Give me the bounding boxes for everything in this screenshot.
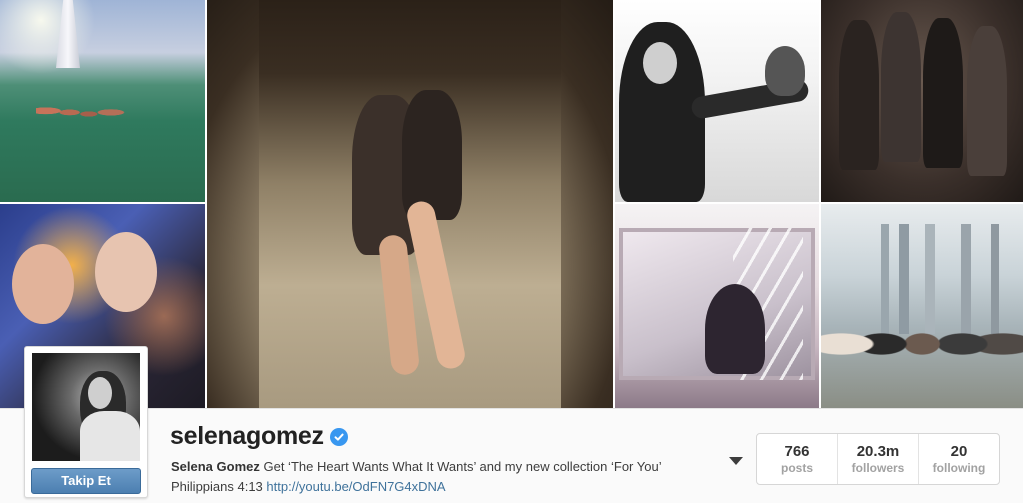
photo-mosaic [0,0,1023,408]
skyline-group-photo[interactable] [821,204,1023,408]
stat-label: posts [780,461,813,475]
bio-verse: Philippians 4:13 [171,479,267,494]
stat-followers[interactable]: 20.3m followers [837,434,918,484]
stat-label: following [932,461,986,475]
person-shape [402,90,462,220]
group-shape [821,284,1023,384]
checkmark-icon [334,433,344,441]
face-shape [12,244,74,324]
person-shape [839,20,879,170]
avatar[interactable] [32,353,140,461]
stat-value: 766 [784,443,810,460]
night-beach-photo[interactable] [207,0,613,408]
full-name: Selena Gomez [171,459,260,474]
stat-value: 20 [950,443,968,460]
falcon-photo[interactable] [615,0,819,202]
person-shape [705,284,765,374]
group-night-photo[interactable] [821,0,1023,202]
profile-card: Takip Et [24,346,148,498]
follow-button[interactable]: Takip Et [31,468,141,494]
stat-following[interactable]: 20 following [918,434,999,484]
bio-text: Get ‘The Heart Wants What It Wants’ and … [259,459,662,474]
window-photo[interactable] [615,204,819,408]
falcon-shape [765,46,805,96]
face-shape [95,232,157,312]
stats-box: 766 posts 20.3m followers 20 following [756,433,1000,485]
stat-value: 20.3m [856,443,900,460]
verified-badge-icon [329,427,348,446]
stat-posts[interactable]: 766 posts [757,434,837,484]
stat-label: followers [851,461,905,475]
dress-shape [80,411,140,461]
person-shape [923,18,963,168]
swimmers-shape [36,98,132,130]
bio-link[interactable]: http://youtu.be/OdFN7G4xDNA [266,479,445,494]
person-shape [967,26,1007,176]
beach-sea-photo[interactable] [0,0,205,202]
tower-shape [56,0,80,68]
person-shape [881,12,921,162]
face-shape [88,377,112,409]
face-shape [643,42,677,84]
profile-bio: Selena Gomez Get ‘The Heart Wants What I… [171,457,731,497]
username-row: selenagomez [170,422,348,451]
username: selenagomez [170,422,324,450]
chevron-down-icon[interactable] [729,457,743,465]
